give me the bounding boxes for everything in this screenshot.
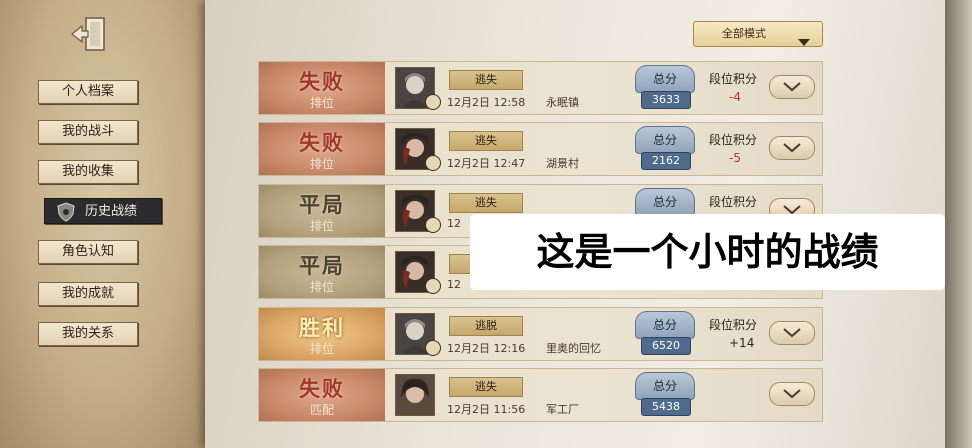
map-name: 湖景村 <box>546 157 579 170</box>
nav-item-character-knowledge[interactable]: 角色认知 <box>38 240 138 264</box>
mode-text: 排位 <box>309 157 334 171</box>
result-panel: 失败 匹配 <box>259 369 385 421</box>
nav-item-match-history[interactable]: 历史战绩 <box>44 198 162 224</box>
rank-points-label: 段位积分 <box>709 195 758 209</box>
result-panel: 平局 排位 <box>259 246 385 298</box>
score-value: 3633 <box>641 91 691 109</box>
match-datetime: 12 <box>447 278 461 291</box>
nav-item-label: 我的战斗 <box>61 124 114 139</box>
rank-points-delta: -5 <box>729 151 741 165</box>
result-panel: 失败 排位 <box>259 62 385 114</box>
hunter-badge-icon <box>425 278 441 294</box>
result-text: 平局 <box>299 193 345 217</box>
score-value: 2162 <box>641 152 691 170</box>
expand-button[interactable] <box>769 382 815 406</box>
hunter-badge-icon <box>425 94 441 110</box>
outcome-tag: 逃失 <box>449 131 523 151</box>
nav-item-profile[interactable]: 个人档案 <box>38 80 138 104</box>
match-datetime: 12 <box>447 217 461 230</box>
score-label: 总分 <box>635 372 695 400</box>
chevron-down-icon <box>798 31 810 55</box>
expand-button[interactable] <box>769 136 815 160</box>
outcome-tag: 逃失 <box>449 193 523 213</box>
nav-item-relationships[interactable]: 我的关系 <box>38 322 138 346</box>
expand-button[interactable] <box>769 321 815 345</box>
mode-text: 排位 <box>309 219 334 233</box>
match-row[interactable]: 失败 匹配 逃失 12月2日 11:56 军工厂 总分 5438 <box>258 368 823 422</box>
outcome-tag: 逃失 <box>449 70 523 90</box>
nav-item-my-collection[interactable]: 我的收集 <box>38 160 138 184</box>
outcome-tag: 逃失 <box>449 377 523 397</box>
result-text: 平局 <box>299 254 345 278</box>
nav-item-label: 历史战绩 <box>85 204 138 219</box>
nav-item-my-battles[interactable]: 我的战斗 <box>38 120 138 144</box>
score-label: 总分 <box>635 188 695 216</box>
result-panel: 胜利 排位 <box>259 308 385 360</box>
nav-item-achievements[interactable]: 我的成就 <box>38 282 138 306</box>
mode-text: 排位 <box>309 280 334 294</box>
result-text: 失败 <box>299 377 345 401</box>
match-row[interactable]: 失败 排位 逃失 12月2日 12:58 永眠镇 总分 3633 段位积分 -4 <box>258 61 823 115</box>
mode-filter-dropdown[interactable]: 全部模式 <box>693 21 823 47</box>
result-panel: 失败 排位 <box>259 123 385 175</box>
nav-item-label: 我的收集 <box>61 164 114 179</box>
result-text: 失败 <box>299 131 345 155</box>
match-datetime: 12月2日 12:16 <box>447 342 526 355</box>
result-text: 胜利 <box>299 316 345 340</box>
mode-filter-label: 全部模式 <box>722 27 766 40</box>
hunter-badge-icon <box>425 217 441 233</box>
result-panel: 平局 排位 <box>259 185 385 237</box>
score-label: 总分 <box>635 311 695 339</box>
rank-points-label: 段位积分 <box>709 72 758 86</box>
match-row[interactable]: 胜利 排位 逃脱 12月2日 12:16 里奥的回忆 总分 6520 段位积分 … <box>258 307 823 361</box>
score-value: 5438 <box>641 398 691 416</box>
rank-points-label: 段位积分 <box>709 318 758 332</box>
rank-points-delta: -4 <box>729 90 741 104</box>
mode-text: 排位 <box>309 342 334 356</box>
map-name: 永眠镇 <box>546 96 579 109</box>
expand-button[interactable] <box>769 75 815 99</box>
match-datetime: 12月2日 11:56 <box>447 403 526 416</box>
mode-text: 排位 <box>309 96 334 110</box>
nav-item-label: 个人档案 <box>61 84 114 99</box>
score-label: 总分 <box>635 126 695 154</box>
hunter-badge-icon <box>425 340 441 356</box>
shield-icon <box>57 202 75 232</box>
match-row[interactable]: 失败 排位 逃失 12月2日 12:47 湖景村 总分 2162 段位积分 -5 <box>258 122 823 176</box>
caption-overlay: 这是一个小时的战绩 <box>470 214 945 290</box>
nav-item-label: 角色认知 <box>61 244 114 259</box>
score-value: 6520 <box>641 337 691 355</box>
match-datetime: 12月2日 12:58 <box>447 96 526 109</box>
rank-points-delta: +14 <box>729 336 755 350</box>
rank-points-label: 段位积分 <box>709 133 758 147</box>
hunter-badge-icon <box>425 155 441 171</box>
map-name: 里奥的回忆 <box>546 342 601 355</box>
sheet-edge <box>945 0 972 448</box>
match-datetime: 12月2日 12:47 <box>447 157 526 170</box>
score-label: 总分 <box>635 65 695 93</box>
map-name: 军工厂 <box>546 403 579 416</box>
side-panel: 个人档案 我的战斗 我的收集 历史战绩 角色认知 我的成就 我的关系 <box>0 0 222 448</box>
avatar <box>395 374 435 416</box>
exit-door-icon[interactable] <box>70 14 110 54</box>
mode-text: 匹配 <box>309 403 334 417</box>
nav-item-label: 我的成就 <box>61 286 114 301</box>
nav-item-label: 我的关系 <box>61 326 114 341</box>
result-text: 失败 <box>299 70 345 94</box>
outcome-tag: 逃脱 <box>449 316 523 336</box>
